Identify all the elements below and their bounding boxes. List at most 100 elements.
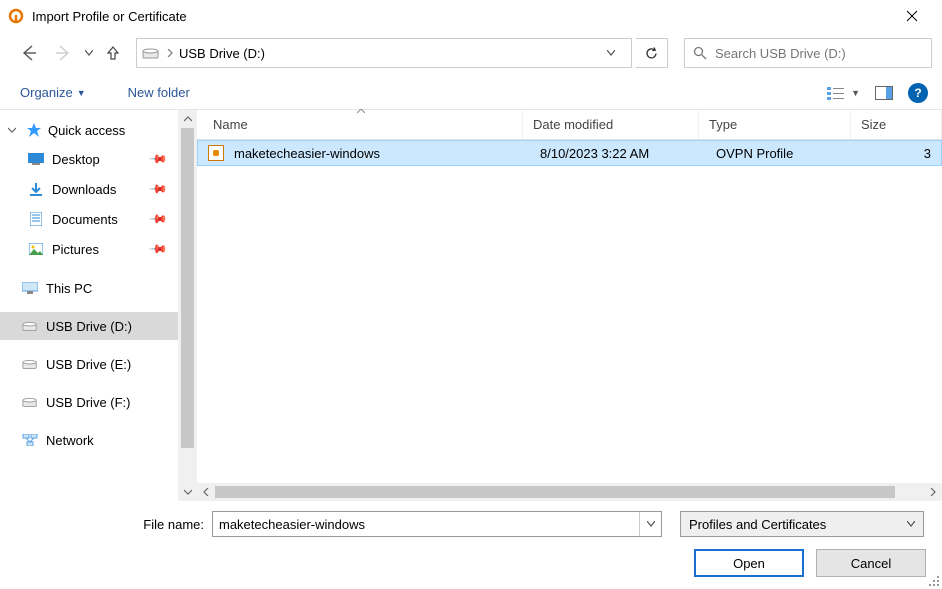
this-pc-icon [22, 280, 38, 296]
file-list[interactable]: maketecheasier-windows 8/10/2023 3:22 AM… [197, 140, 942, 483]
file-date-cell: 8/10/2023 3:22 AM [530, 141, 706, 165]
filename-combo[interactable] [212, 511, 662, 537]
filename-input[interactable] [212, 511, 662, 537]
search-input[interactable] [715, 46, 923, 61]
sidebar-item-desktop[interactable]: Desktop 📌 [0, 144, 178, 174]
column-header-row: Name Date modified Type Size [197, 110, 942, 140]
view-options-button[interactable]: ▼ [827, 86, 860, 100]
open-button[interactable]: Open [694, 549, 804, 577]
usb-drive-icon [22, 318, 38, 334]
column-header-date[interactable]: Date modified [523, 110, 699, 139]
sidebar-scrollbar[interactable] [178, 110, 197, 501]
usb-drive-icon [22, 394, 38, 410]
pin-icon: 📌 [148, 179, 168, 199]
network-icon [22, 432, 38, 448]
address-bar[interactable]: USB Drive (D:) [136, 38, 632, 68]
column-header-type[interactable]: Type [699, 110, 851, 139]
scrollbar-thumb[interactable] [215, 486, 895, 498]
view-list-icon [827, 86, 845, 100]
cancel-button[interactable]: Cancel [816, 549, 926, 577]
chevron-down-icon [902, 512, 920, 536]
new-folder-label: New folder [128, 85, 190, 100]
sidebar-item-label: Downloads [52, 182, 116, 197]
file-size-cell: 3 [858, 141, 941, 165]
ovpn-file-icon [208, 145, 224, 161]
quick-access-label: Quick access [48, 123, 125, 138]
organize-label: Organize [20, 85, 73, 100]
scrollbar-track[interactable] [178, 128, 197, 483]
usb-drive-icon [137, 46, 165, 60]
file-list-pane: Name Date modified Type Size maketecheas… [197, 110, 942, 501]
sidebar-item-usb-f[interactable]: USB Drive (F:) [0, 388, 178, 416]
chevron-down-icon: ▼ [77, 88, 86, 98]
sidebar-container: Quick access Desktop 📌 Downloads 📌 Docum… [0, 110, 197, 501]
sidebar-item-this-pc[interactable]: This PC [0, 274, 178, 302]
sidebar-item-label: This PC [46, 281, 92, 296]
sidebar-item-pictures[interactable]: Pictures 📌 [0, 234, 178, 264]
dialog-footer: File name: Profiles and Certificates Ope… [0, 501, 942, 589]
horizontal-scrollbar[interactable] [197, 483, 942, 501]
scrollbar-thumb[interactable] [181, 128, 194, 448]
sidebar-item-label: Documents [52, 212, 118, 227]
organize-button[interactable]: Organize ▼ [14, 81, 92, 104]
sidebar-item-documents[interactable]: Documents 📌 [0, 204, 178, 234]
sidebar-item-usb-d[interactable]: USB Drive (D:) [0, 312, 178, 340]
file-name-cell: maketecheasier-windows [234, 141, 530, 165]
recent-locations-button[interactable] [82, 50, 96, 56]
navigation-bar: USB Drive (D:) [0, 32, 942, 76]
scroll-up-button[interactable] [178, 110, 197, 128]
desktop-icon [28, 151, 44, 167]
new-folder-button[interactable]: New folder [122, 81, 196, 104]
dialog-body: Quick access Desktop 📌 Downloads 📌 Docum… [0, 110, 942, 501]
documents-icon [28, 211, 44, 227]
scrollbar-track[interactable] [215, 483, 924, 501]
pin-icon: 📌 [148, 239, 168, 259]
file-type-filter[interactable]: Profiles and Certificates [680, 511, 924, 537]
sort-indicator-icon [357, 109, 365, 114]
sidebar-item-label: USB Drive (E:) [46, 357, 131, 372]
close-button[interactable] [890, 0, 934, 32]
scroll-down-button[interactable] [178, 483, 197, 501]
file-type-cell: OVPN Profile [706, 141, 858, 165]
file-type-filter-label: Profiles and Certificates [680, 511, 924, 537]
scroll-right-button[interactable] [924, 483, 942, 501]
navigation-tree[interactable]: Quick access Desktop 📌 Downloads 📌 Docum… [0, 110, 178, 501]
pin-icon: 📌 [148, 149, 168, 169]
breadcrumb-current[interactable]: USB Drive (D:) [175, 46, 269, 61]
nav-back-button[interactable] [14, 39, 44, 67]
pictures-icon [28, 241, 44, 257]
filename-dropdown-button[interactable] [639, 512, 661, 536]
scroll-left-button[interactable] [197, 483, 215, 501]
filename-label: File name: [0, 517, 212, 532]
preview-pane-button[interactable] [874, 83, 894, 103]
toolbar: Organize ▼ New folder ▼ ? [0, 76, 942, 110]
address-dropdown-button[interactable] [607, 50, 631, 56]
usb-drive-icon [22, 356, 38, 372]
downloads-icon [28, 181, 44, 197]
chevron-down-icon: ▼ [851, 88, 860, 98]
nav-forward-button[interactable] [48, 39, 78, 67]
search-box[interactable] [684, 38, 932, 68]
refresh-button[interactable] [636, 38, 668, 68]
search-icon [693, 46, 707, 60]
window-title: Import Profile or Certificate [32, 9, 187, 24]
column-header-name[interactable]: Name [197, 110, 523, 139]
sidebar-item-downloads[interactable]: Downloads 📌 [0, 174, 178, 204]
quick-access-icon [26, 122, 42, 138]
quick-access-group[interactable]: Quick access [0, 116, 178, 144]
title-bar: Import Profile or Certificate [0, 0, 942, 32]
sidebar-item-label: Desktop [52, 152, 100, 167]
sidebar-item-usb-e[interactable]: USB Drive (E:) [0, 350, 178, 378]
sidebar-item-network[interactable]: Network [0, 426, 178, 454]
resize-grip[interactable] [926, 573, 940, 587]
sidebar-item-label: Network [46, 433, 94, 448]
breadcrumb-separator-icon[interactable] [165, 49, 175, 57]
help-button[interactable]: ? [908, 83, 928, 103]
nav-up-button[interactable] [100, 39, 126, 67]
sidebar-item-label: USB Drive (D:) [46, 319, 132, 334]
sidebar-item-label: Pictures [52, 242, 99, 257]
sidebar-item-label: USB Drive (F:) [46, 395, 131, 410]
column-header-size[interactable]: Size [851, 110, 942, 139]
file-row[interactable]: maketecheasier-windows 8/10/2023 3:22 AM… [197, 140, 942, 166]
app-icon [8, 8, 24, 24]
